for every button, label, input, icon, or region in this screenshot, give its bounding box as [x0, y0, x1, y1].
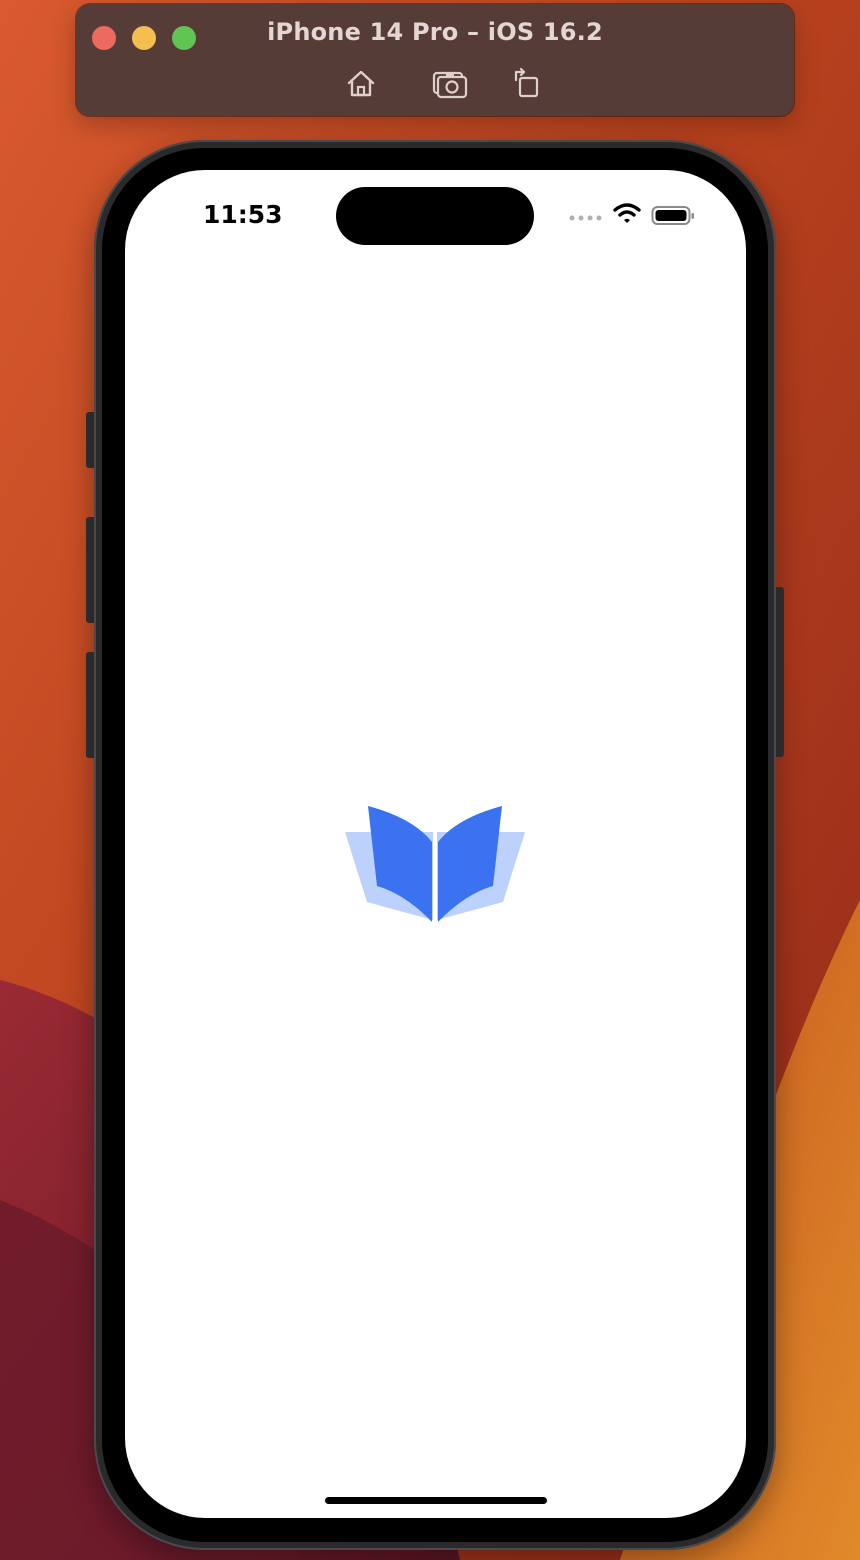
- home-button[interactable]: [341, 64, 381, 104]
- cellular-signal-icon: [569, 215, 602, 221]
- window-title: iPhone 14 Pro – iOS 16.2: [267, 18, 603, 46]
- simulator-title-bar: iPhone 14 Pro – iOS 16.2: [76, 4, 794, 116]
- home-icon: [347, 70, 375, 97]
- rotate-icon: [514, 67, 539, 98]
- camera-icon: [432, 71, 468, 99]
- open-book-icon: [345, 806, 525, 922]
- home-indicator[interactable]: [325, 1497, 547, 1504]
- battery-icon: [651, 206, 694, 225]
- phone-screen[interactable]: 11:53: [125, 170, 746, 1518]
- status-time: 11:53: [203, 200, 283, 229]
- rotate-button[interactable]: [507, 64, 547, 104]
- wifi-icon: [613, 203, 641, 223]
- screenshot-button[interactable]: [430, 64, 470, 104]
- dynamic-island: [336, 187, 534, 245]
